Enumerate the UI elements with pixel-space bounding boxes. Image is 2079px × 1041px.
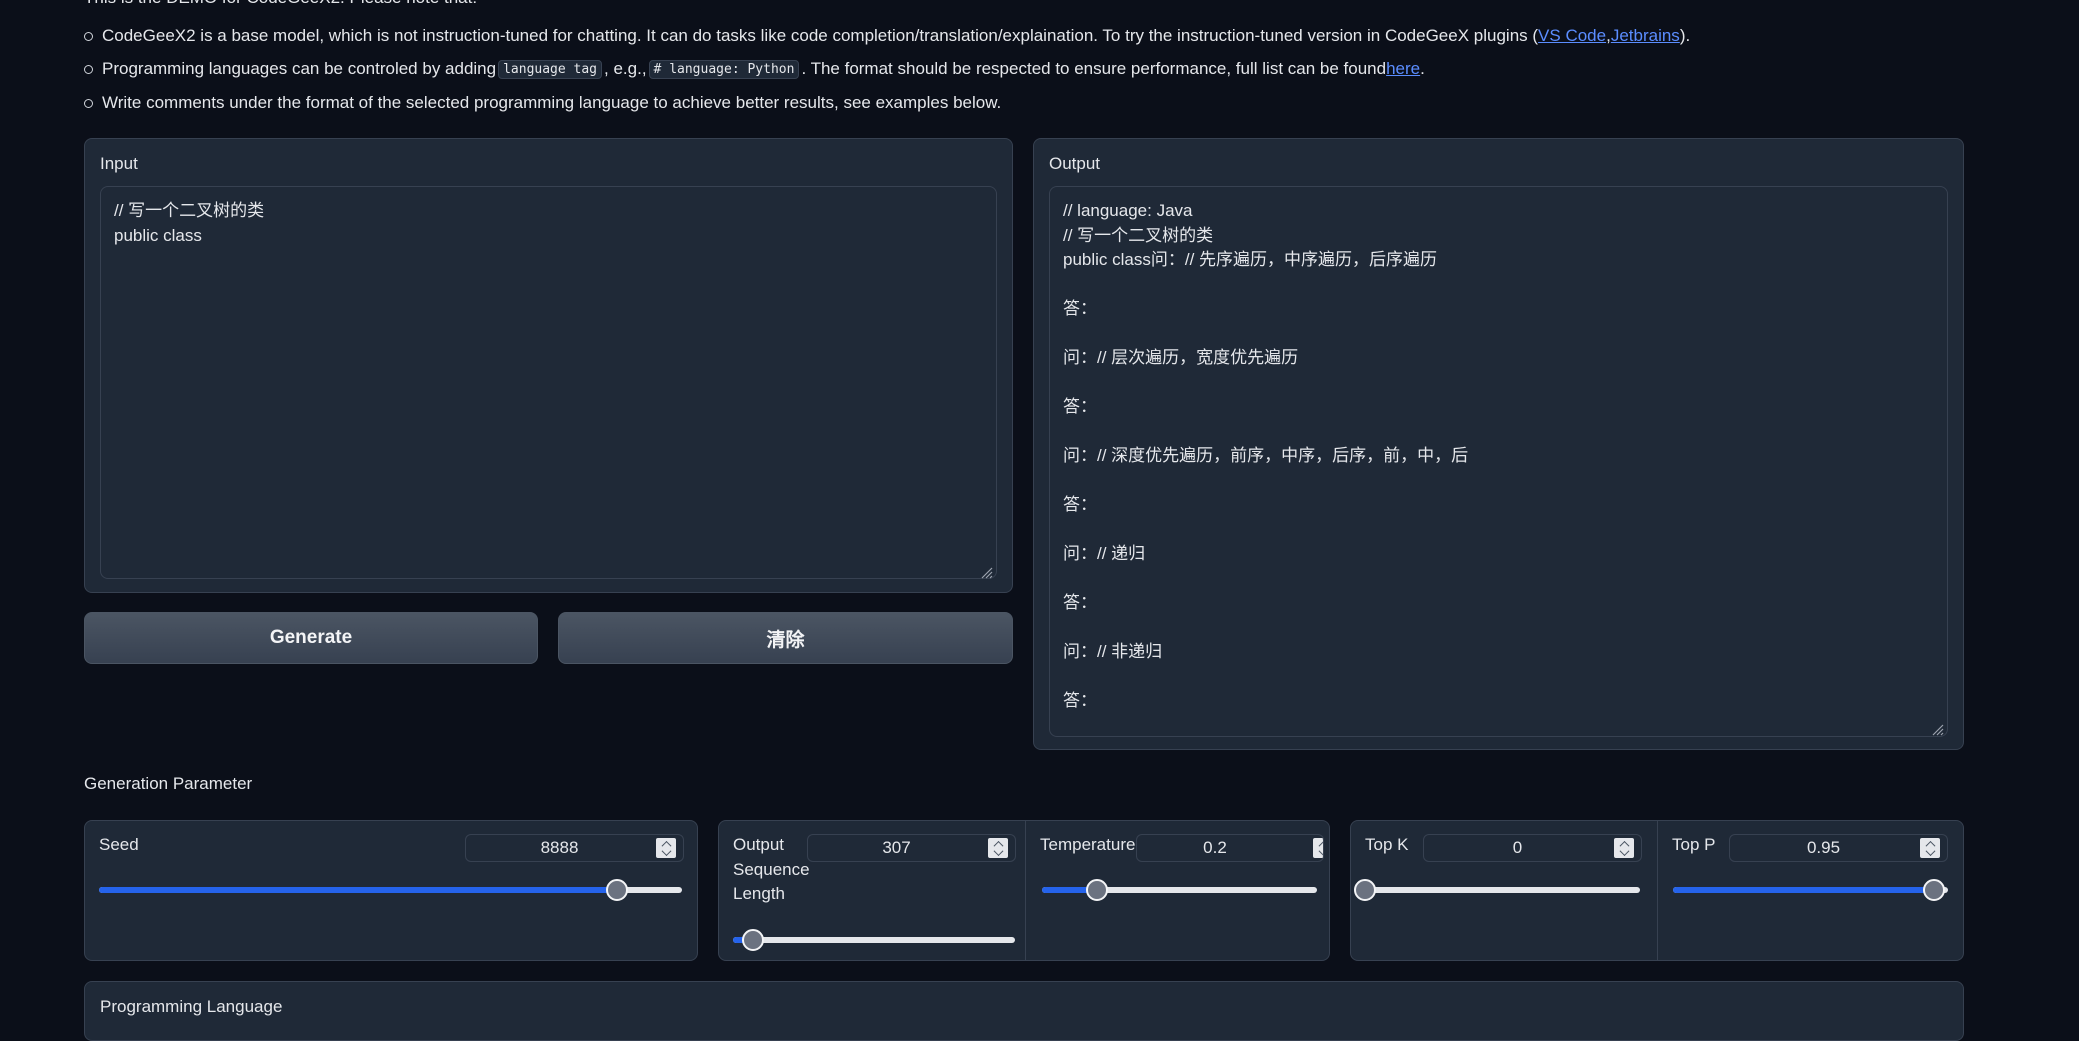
input-panel: Input // 写一个二叉树的类 public class [84, 138, 1013, 593]
note-text: , e.g., [604, 59, 647, 78]
stepper-icon[interactable] [656, 838, 676, 858]
temperature-param: Temperature 0.2 [1026, 821, 1329, 960]
slider-thumb[interactable] [605, 879, 628, 901]
top-p-slider[interactable] [1673, 879, 1948, 901]
stepper-icon[interactable] [988, 838, 1008, 858]
seed-slider[interactable] [99, 879, 682, 901]
seed-label: Seed [99, 835, 139, 854]
slider-fill [1673, 887, 1935, 893]
top-k-value: 0 [1512, 838, 1523, 857]
note-text: Programming languages can be controled b… [102, 59, 497, 78]
bullet-icon [84, 64, 93, 74]
top-k-param: Top K 0 [1351, 821, 1657, 960]
note-bullet-2: Programming languages can be controled b… [84, 59, 1425, 79]
seed-panel: Seed 8888 [84, 820, 698, 961]
note-text: . The format should be respected to ensu… [801, 59, 1387, 78]
seed-input[interactable]: 8888 [465, 834, 684, 862]
slider-track [1365, 887, 1640, 893]
top-k-slider[interactable] [1354, 879, 1640, 901]
temperature-value: 0.2 [1203, 838, 1227, 857]
stepper-icon[interactable] [1313, 838, 1323, 858]
slider-thumb[interactable] [1923, 879, 1946, 901]
temperature-label: Temperature [1040, 835, 1136, 854]
code-language-tag: language tag [498, 59, 603, 79]
seed-value: 8888 [540, 838, 579, 857]
top-p-value: 0.95 [1806, 838, 1841, 857]
slider-thumb[interactable] [741, 929, 764, 951]
seed-param: Seed 8888 [85, 821, 697, 960]
resize-handle-icon[interactable] [979, 565, 993, 579]
language-list-link[interactable]: here [1386, 59, 1420, 79]
note-end: . [1420, 59, 1425, 78]
length-temperature-panel: Output Sequence Length 307 Temperature 0… [718, 820, 1330, 961]
stepper-icon[interactable] [1920, 838, 1940, 858]
slider-track [733, 937, 1015, 943]
top-p-param: Top P 0.95 [1658, 821, 1963, 960]
output-panel: Output // language: Java // 写一个二叉树的类 pub… [1033, 138, 1964, 750]
output-length-slider[interactable] [733, 929, 1015, 951]
clear-button[interactable]: 清除 [558, 612, 1013, 664]
slider-fill [99, 887, 617, 893]
programming-language-label: Programming Language [100, 997, 283, 1016]
note-bullet-3: Write comments under the format of the s… [84, 93, 1001, 113]
note-end: ). [1679, 26, 1691, 45]
output-length-value: 307 [882, 838, 911, 857]
vscode-link[interactable]: VS Code [1538, 26, 1606, 46]
bullet-icon [84, 31, 93, 41]
programming-language-panel: Programming Language [84, 981, 1964, 1041]
resize-handle-icon[interactable] [1930, 722, 1944, 736]
slider-thumb[interactable] [1086, 879, 1108, 901]
jetbrains-link[interactable]: Jetbrains [1611, 26, 1680, 46]
top-k-input[interactable]: 0 [1423, 834, 1642, 862]
bullet-icon [84, 98, 93, 108]
top-k-label: Top K [1365, 835, 1409, 854]
input-textarea[interactable]: // 写一个二叉树的类 public class [100, 186, 997, 579]
stepper-icon[interactable] [1614, 838, 1634, 858]
input-label: Input [100, 154, 138, 173]
temperature-input[interactable]: 0.2 [1136, 834, 1324, 862]
topk-topp-panel: Top K 0 Top P 0.95 [1350, 820, 1964, 961]
intro-title: This is the DEMO for CodeGeeX2. Please n… [84, 0, 477, 8]
output-length-label: Output Sequence Length [733, 835, 810, 903]
generate-button[interactable]: Generate [84, 612, 538, 664]
output-label: Output [1049, 154, 1101, 173]
slider-thumb[interactable] [1354, 879, 1376, 901]
top-p-input[interactable]: 0.95 [1729, 834, 1948, 862]
output-textarea[interactable]: // language: Java // 写一个二叉树的类 public cla… [1049, 186, 1948, 737]
code-language-example: # language: Python [648, 59, 800, 79]
generation-parameter-label: Generation Parameter [84, 774, 253, 793]
output-length-input[interactable]: 307 [807, 834, 1016, 862]
note-text: Write comments under the format of the s… [102, 93, 1002, 112]
temperature-slider[interactable] [1042, 879, 1317, 901]
note-bullet-1: CodeGeeX2 is a base model, which is not … [84, 26, 1690, 46]
top-p-label: Top P [1672, 835, 1716, 854]
output-length-param: Output Sequence Length 307 [719, 821, 1025, 960]
note-text: CodeGeeX2 is a base model, which is not … [102, 26, 1539, 45]
